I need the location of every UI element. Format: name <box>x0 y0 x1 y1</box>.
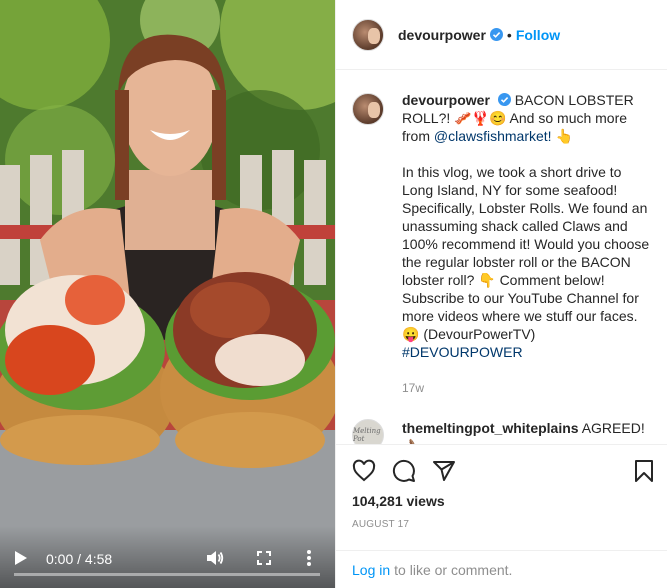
video-time: 0:00 / 4:58 <box>46 551 113 567</box>
caption-paragraph: In this vlog, we took a short drive to L… <box>402 164 650 342</box>
comment-username[interactable]: themeltingpot_whiteplains <box>402 420 579 436</box>
video-progress-bar[interactable] <box>14 573 320 576</box>
view-count[interactable]: 104,281 views <box>352 493 445 509</box>
volume-icon[interactable] <box>206 550 224 566</box>
follow-button[interactable]: Follow <box>516 27 560 43</box>
separator-dot: • <box>506 26 512 43</box>
caption: devourpower BACON LOBSTER ROLL?! 🥓🦞😊 And… <box>352 91 652 397</box>
verified-icon <box>497 93 511 106</box>
fullscreen-icon[interactable] <box>257 551 271 565</box>
video-frame <box>0 0 335 588</box>
avatar[interactable] <box>352 18 384 51</box>
play-icon[interactable] <box>14 550 28 566</box>
login-link[interactable]: Log in <box>352 562 390 578</box>
comment-text: AGREED! <box>581 420 645 436</box>
comment: Melting Pot themeltingpot_whiteplains AG… <box>352 419 652 444</box>
caption-username[interactable]: devourpower <box>402 92 490 108</box>
comments-section[interactable]: devourpower BACON LOBSTER ROLL?! 🥓🦞😊 And… <box>336 71 667 444</box>
share-icon[interactable] <box>432 459 456 483</box>
bookmark-icon[interactable] <box>632 459 656 483</box>
post-username[interactable]: devourpower <box>398 27 486 43</box>
mention-link[interactable]: @clawsfishmarket! <box>434 128 552 144</box>
avatar-text: Melting Pot <box>353 427 381 443</box>
verified-icon <box>489 28 503 41</box>
post-date[interactable]: AUGUST 17 <box>352 519 409 530</box>
caption-age[interactable]: 17w <box>402 379 652 397</box>
heart-icon[interactable] <box>352 459 376 483</box>
more-options-icon[interactable] <box>306 549 312 567</box>
post-panel: devourpower • Follow devourpower BACON L… <box>335 0 667 588</box>
video-player[interactable]: 0:00 / 4:58 <box>0 0 335 588</box>
caption-body: devourpower BACON LOBSTER ROLL?! 🥓🦞😊 And… <box>402 91 652 397</box>
login-text: to like or comment. <box>394 562 513 578</box>
comment-body: themeltingpot_whiteplains AGREED! 👌🏽 <box>402 419 652 444</box>
video-controls: 0:00 / 4:58 <box>0 526 335 588</box>
hashtag-link[interactable]: #DEVOURPOWER <box>402 344 523 360</box>
avatar[interactable]: Melting Pot <box>352 419 384 444</box>
comment-icon[interactable] <box>392 459 416 483</box>
post-header: devourpower • Follow <box>336 0 667 70</box>
avatar[interactable] <box>352 93 384 125</box>
login-bar: Log in to like or comment. <box>336 550 667 588</box>
caption-line1-end: 👆 <box>551 128 573 144</box>
post-actions: 104,281 views AUGUST 17 Log in to like o… <box>336 444 667 588</box>
